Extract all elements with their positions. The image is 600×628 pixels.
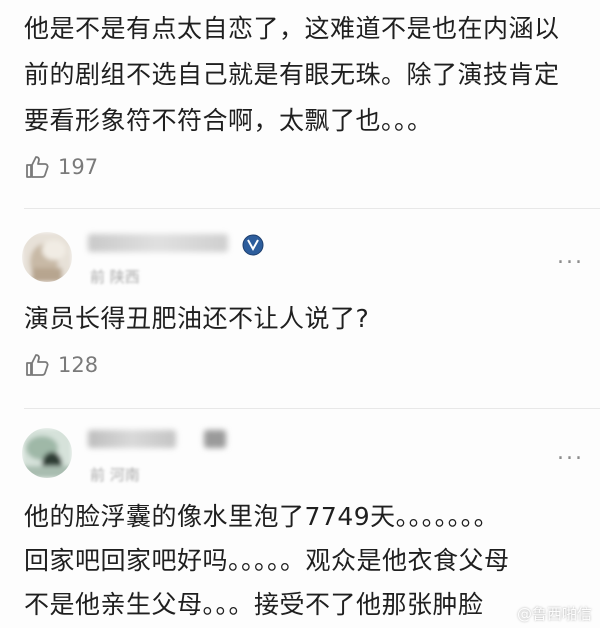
- blurred-username[interactable]: [88, 234, 228, 252]
- comment2-meta: 前 陕西: [90, 268, 140, 286]
- thumbs-up-icon: [24, 352, 50, 378]
- blurred-badge: [204, 430, 226, 448]
- more-dots-icon[interactable]: ...: [557, 244, 584, 269]
- comment3-line-3: 不是他亲生父母。。。接受不了他那张肿脸: [24, 590, 484, 619]
- comment2-text: 演员长得丑肥油还不让人说了?: [24, 304, 370, 333]
- more-dots-icon[interactable]: ...: [557, 440, 584, 465]
- comment1-line-1: 他是不是有点太自恋了，这难道不是也在内涵以: [24, 14, 560, 43]
- watermark: @鲁西啪信: [516, 605, 592, 623]
- comment-divider: [24, 408, 600, 409]
- comment1-like-button[interactable]: 197: [24, 154, 98, 180]
- avatar[interactable]: [22, 428, 72, 478]
- blurred-username[interactable]: [88, 430, 176, 448]
- comment3-meta: 前 河南: [90, 466, 140, 484]
- shield-badge-icon: [242, 234, 264, 256]
- comment1-like-count: 197: [58, 155, 99, 179]
- comment-thread-screenshot: 他是不是有点太自恋了，这难道不是也在内涵以 前的剧组不选自己就是有眼无珠。除了演…: [0, 0, 600, 628]
- comment3-line-2: 回家吧回家吧好吗。。。。。观众是他衣食父母: [24, 546, 510, 575]
- comment2-like-button[interactable]: 128: [24, 352, 98, 378]
- avatar[interactable]: [22, 232, 72, 282]
- comment1-line-3: 要看形象符不符合啊，太飘了也。。。: [24, 106, 433, 135]
- thumbs-up-icon: [24, 154, 50, 180]
- comment-divider: [24, 208, 600, 209]
- comment1-line-2: 前的剧组不选自己就是有眼无珠。除了演技肯定: [24, 60, 560, 89]
- comment3-line-1: 他的脸浮囊的像水里泡了7749天。。。。。。。: [24, 502, 500, 531]
- comment2-like-count: 128: [58, 353, 99, 377]
